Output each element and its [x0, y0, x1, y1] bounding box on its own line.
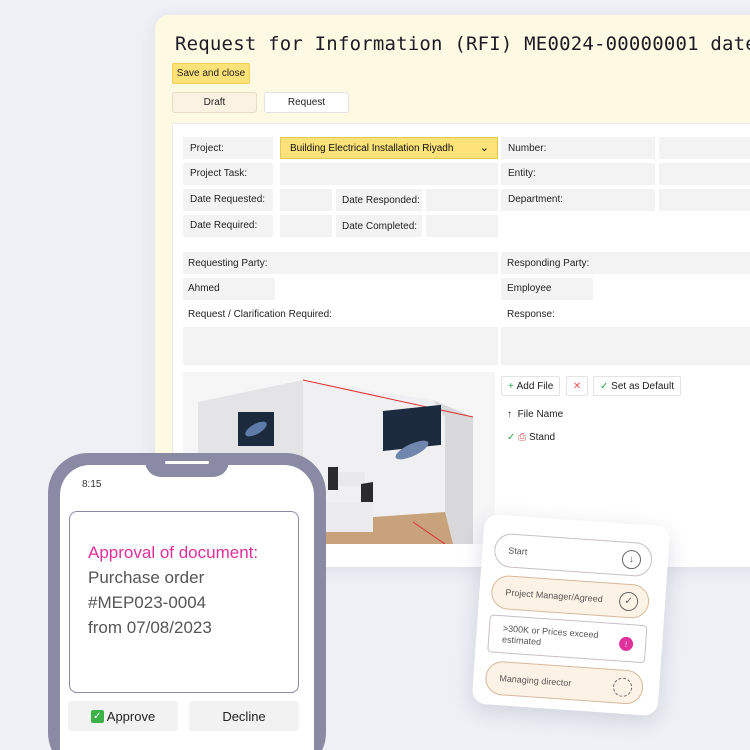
- file-row[interactable]: ✓ ⎙ Stand: [507, 432, 555, 443]
- project-task-label: Project Task:: [190, 168, 248, 179]
- save-and-close-button[interactable]: Save and close: [172, 63, 250, 84]
- workflow-card: Start ↓ Project Manager/Agreed ✓ >300K o…: [471, 513, 671, 717]
- pdf-file-icon: ⎙: [518, 432, 527, 443]
- date-requested-field[interactable]: [280, 189, 332, 211]
- approval-title: Approval of document:: [88, 543, 259, 562]
- close-icon: ✕: [572, 380, 582, 392]
- date-responded-field[interactable]: [426, 189, 498, 211]
- department-field[interactable]: [659, 189, 750, 211]
- tab-draft[interactable]: Draft: [172, 92, 257, 113]
- phone-mockup: 8:15 Approval of document: Purchase orde…: [48, 453, 326, 750]
- project-label: Project:: [190, 143, 224, 154]
- project-select-value: Building Electrical Installation Riyadh: [290, 142, 454, 154]
- workflow-step-condition[interactable]: >300K or Prices exceed estimated !: [487, 614, 648, 664]
- check-icon: ✓: [507, 432, 516, 443]
- page-title: Request for Information (RFI) ME0024-000…: [175, 33, 750, 55]
- response-label: Response:: [507, 309, 555, 320]
- workflow-step-project-manager[interactable]: Project Manager/Agreed ✓: [490, 574, 651, 620]
- add-file-button[interactable]: + Add File: [501, 376, 561, 396]
- check-icon: ✓: [618, 591, 639, 612]
- plus-icon: +: [508, 380, 517, 392]
- loading-spinner-icon: [612, 677, 633, 698]
- date-completed-label: Date Completed:: [342, 221, 418, 232]
- checkmark-icon: ✓: [90, 709, 104, 723]
- check-icon: ✓: [600, 380, 612, 392]
- entity-field[interactable]: [659, 163, 750, 185]
- approve-button[interactable]: ✓ Approve: [68, 701, 178, 731]
- department-label: Department:: [508, 194, 564, 205]
- date-completed-field[interactable]: [426, 215, 498, 237]
- date-responded-label: Date Responded:: [342, 195, 420, 206]
- responding-party-label: Responding Party:: [507, 258, 590, 269]
- date-requested-label: Date Requested:: [190, 194, 266, 205]
- arrow-down-icon: ↓: [621, 549, 642, 570]
- tab-request[interactable]: Request: [264, 92, 349, 113]
- status-time: 8:15: [82, 479, 102, 490]
- chevron-down-icon: ⌄: [479, 142, 489, 154]
- workflow-step-managing-director[interactable]: Managing director: [484, 660, 645, 706]
- file-name-header[interactable]: ↑ File Name: [507, 409, 563, 420]
- project-select[interactable]: Building Electrical Installation Riyadh …: [280, 137, 498, 159]
- workflow-step-start[interactable]: Start ↓: [493, 532, 654, 578]
- request-textarea[interactable]: [183, 327, 498, 365]
- alert-icon: !: [618, 636, 634, 652]
- response-textarea[interactable]: [501, 327, 750, 365]
- requesting-party-label: Requesting Party:: [188, 258, 268, 269]
- request-label: Request / Clarification Required:: [188, 309, 332, 320]
- sort-arrow-up-icon: ↑: [507, 409, 512, 420]
- approval-line: #MEP023-0004: [88, 593, 207, 612]
- date-required-field[interactable]: [280, 215, 332, 237]
- entity-label: Entity:: [508, 168, 536, 179]
- project-task-field[interactable]: [280, 163, 498, 185]
- delete-file-button[interactable]: ✕: [566, 376, 588, 396]
- phone-notch: [145, 453, 229, 477]
- decline-button[interactable]: Decline: [189, 701, 299, 731]
- number-label: Number:: [508, 143, 547, 154]
- approval-line: Purchase order: [88, 568, 205, 587]
- approval-line: from 07/08/2023: [88, 618, 212, 637]
- phone-screen: 8:15 Approval of document: Purchase orde…: [60, 465, 314, 750]
- approval-card: Approval of document: Purchase order #ME…: [69, 511, 299, 693]
- responding-party-value: Employee: [507, 283, 552, 294]
- requesting-party-value: Ahmed: [188, 283, 220, 294]
- date-required-label: Date Required:: [190, 220, 258, 231]
- number-field[interactable]: [659, 137, 750, 159]
- set-default-button[interactable]: ✓ Set as Default: [593, 376, 681, 396]
